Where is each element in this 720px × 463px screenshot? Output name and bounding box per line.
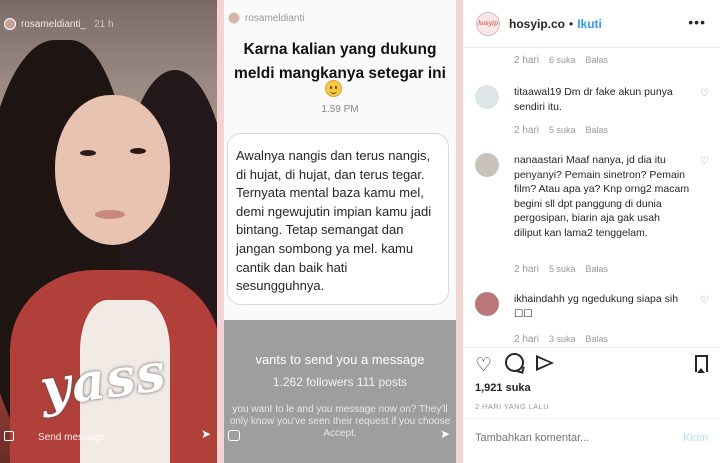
comment-meta: 2 hari 5 suka Balas — [514, 125, 608, 136]
commenter-username[interactable]: ikhaindahh — [514, 293, 565, 305]
more-options-icon[interactable]: ••• — [688, 14, 706, 30]
story-username: rosameldianti_ — [21, 18, 87, 30]
comment-body: titaawal19 Dm dr fake akun punya sendiri… — [514, 85, 690, 114]
story-time: 21 h — [94, 18, 114, 30]
dm-username: rosameldianti — [245, 12, 305, 24]
camera-icon — [228, 430, 240, 441]
reply-button[interactable]: Balas — [586, 334, 609, 345]
comment-likes[interactable]: 5 suka — [549, 264, 576, 275]
comment-time: 2 hari — [514, 334, 540, 345]
share-paper-plane-icon[interactable] — [536, 355, 554, 371]
like-count[interactable]: 1,921 suka — [475, 382, 531, 394]
reply-button[interactable]: Balas — [586, 125, 609, 136]
commenter-username[interactable]: nanaastari — [514, 154, 563, 166]
commenter-avatar[interactable] — [475, 153, 499, 177]
send-message-label: Send message — [38, 432, 105, 443]
photo-eye-left — [80, 150, 96, 156]
like-comment-heart-icon[interactable]: ♡ — [700, 89, 710, 99]
dm-follower-count: 1.262 followers 111 posts — [272, 375, 408, 389]
header-separator: • — [569, 16, 574, 31]
dm-headline: Karna kalian yang dukung meldi mangkanya… — [234, 41, 446, 82]
like-comment-heart-icon[interactable]: ♡ — [700, 157, 710, 167]
dm-message-bubble: Awalnya nangis dan terus nangis, di huja… — [227, 133, 449, 305]
commenter-username[interactable]: titaawal19 — [514, 86, 561, 98]
like-comment-heart-icon[interactable]: ♡ — [700, 296, 710, 306]
dm-avatar — [228, 12, 240, 24]
bookmark-icon[interactable] — [695, 355, 708, 373]
actions-divider — [463, 347, 720, 348]
reply-button[interactable]: Balas — [586, 264, 609, 275]
story-reply-bar: Send message — [0, 432, 217, 443]
dm-header: rosameldianti — [228, 12, 304, 24]
dm-request-title: vants to send you a message — [255, 352, 425, 367]
comment-time: 2 hari — [514, 264, 540, 275]
comment-meta: 2 hari 5 suka Balas — [514, 264, 608, 275]
story-screenshot-dm: rosameldianti Karna kalian yang dukung m… — [224, 0, 456, 463]
add-comment-input[interactable] — [475, 432, 655, 444]
account-avatar[interactable]: hosyip — [476, 11, 500, 36]
photo-eye-right — [130, 148, 146, 154]
smile-emoji-icon — [325, 80, 342, 97]
direct-send-icon: ➤ — [439, 427, 450, 441]
comment-text: Maaf nanya, jd dia itu penyanyi? Pemain … — [514, 154, 690, 239]
like-heart-icon[interactable]: ♡ — [475, 354, 492, 377]
post-sidebar: hosyip hosyip.co • Ikuti ••• 2 hari 6 su… — [463, 0, 720, 463]
post-media: rosameldianti_ 21 h yass Send message ➤ … — [0, 0, 462, 463]
comment-bubble-icon[interactable] — [505, 353, 524, 372]
comment-likes[interactable]: 3 suka — [549, 334, 576, 345]
story-header: rosameldianti_ 21 h — [4, 18, 114, 30]
comment-time: 2 hari — [514, 55, 540, 66]
direct-send-icon: ➤ — [200, 427, 211, 441]
dm-request-info: you want to le and you message now on? T… — [229, 404, 451, 439]
comment-input-divider — [463, 418, 720, 419]
post-date: 2 HARI YANG LALU — [475, 402, 550, 411]
commenter-avatar[interactable] — [475, 292, 499, 316]
comment-time: 2 hari — [514, 125, 540, 136]
comment-body: ikhaindahh yg ngedukung siapa sih ☐☐ — [514, 292, 690, 321]
story-avatar — [4, 18, 16, 30]
photo-lips — [95, 210, 125, 219]
photo-face — [55, 95, 170, 245]
post-header: hosyip hosyip.co • Ikuti ••• — [463, 0, 720, 48]
reply-button[interactable]: Balas — [586, 55, 609, 66]
follow-button[interactable]: Ikuti — [577, 17, 602, 31]
comment-meta: 2 hari 6 suka Balas — [514, 55, 608, 66]
post-comment-button[interactable]: Kirim — [683, 432, 708, 444]
comment-body: nanaastari Maaf nanya, jd dia itu penyan… — [514, 153, 690, 240]
account-handle[interactable]: hosyip.co — [509, 17, 565, 31]
dm-time: 1.59 PM — [321, 104, 359, 115]
story-screenshot-selfie: rosameldianti_ 21 h yass Send message ➤ — [0, 0, 217, 463]
comment-likes[interactable]: 6 suka — [549, 55, 576, 66]
dm-request-overlay: vants to send you a message 1.262 follow… — [224, 320, 456, 463]
comment-likes[interactable]: 5 suka — [549, 125, 576, 136]
comment-meta: 2 hari 3 suka Balas — [514, 334, 608, 345]
commenter-avatar[interactable] — [475, 85, 499, 109]
